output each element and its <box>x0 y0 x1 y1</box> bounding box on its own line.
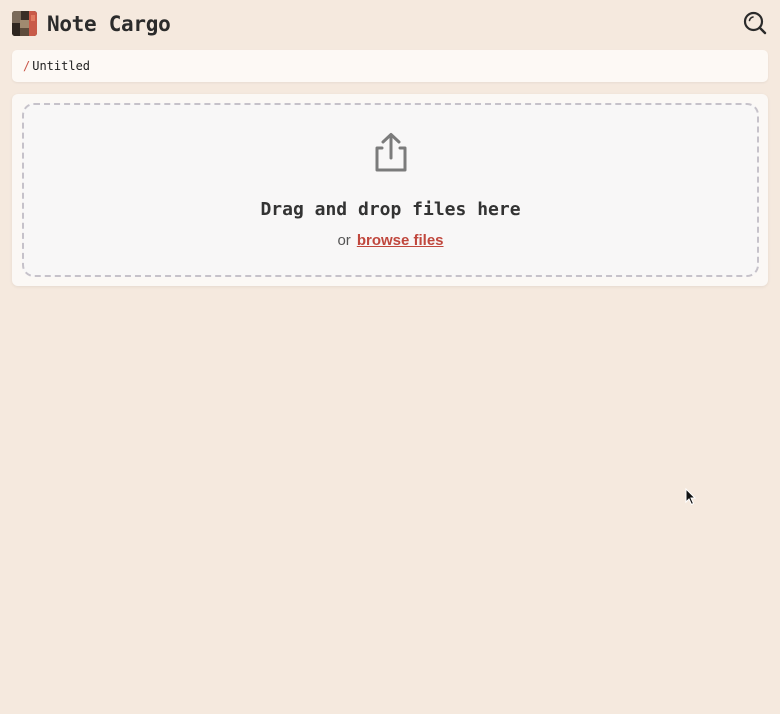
mouse-cursor <box>685 488 697 506</box>
breadcrumb-separator: / <box>23 59 31 73</box>
upload-panel: Drag and drop files here or browse files <box>12 94 768 286</box>
breadcrumb: / Untitled <box>23 50 90 82</box>
browse-files-link[interactable]: browse files <box>357 232 444 249</box>
or-text: or <box>337 232 351 249</box>
file-dropzone[interactable]: Drag and drop files here or browse files <box>22 103 759 277</box>
breadcrumb-bar: / Untitled <box>12 50 768 82</box>
app-logo <box>12 11 37 36</box>
breadcrumb-current[interactable]: Untitled <box>32 59 90 73</box>
search-icon <box>743 11 767 35</box>
header: Note Cargo <box>12 10 768 38</box>
upload-icon <box>375 133 407 172</box>
dropzone-title: Drag and drop files here <box>260 199 521 220</box>
app-title: Note Cargo <box>47 12 171 36</box>
dropzone-subtitle: or browse files <box>24 232 757 249</box>
search-button[interactable] <box>742 10 768 36</box>
